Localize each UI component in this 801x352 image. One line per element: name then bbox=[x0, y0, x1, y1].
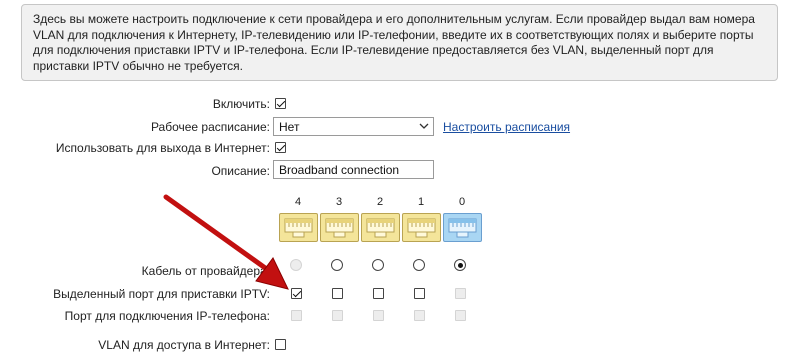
phone-checkbox-port-2 bbox=[373, 310, 384, 321]
ethernet-port-icon bbox=[320, 213, 359, 242]
phone-checkbox-port-0 bbox=[455, 310, 466, 321]
enable-label: Включить: bbox=[212, 97, 270, 111]
cable-radio-port-4 bbox=[290, 259, 302, 271]
port-number-0: 0 bbox=[458, 196, 466, 208]
port-number-3: 3 bbox=[335, 196, 343, 208]
schedule-select[interactable]: Нет bbox=[273, 117, 434, 136]
chevron-down-icon bbox=[419, 123, 429, 129]
iptv-checkbox-port-4[interactable] bbox=[291, 288, 302, 299]
iptv-port-label: Выделенный порт для приставки IPTV: bbox=[53, 287, 270, 301]
port-number-2: 2 bbox=[376, 196, 384, 208]
cable-from-provider-label: Кабель от провайдера: bbox=[141, 264, 270, 278]
phone-checkbox-port-3 bbox=[332, 310, 343, 321]
vlan-internet-label: VLAN для доступа в Интернет: bbox=[98, 338, 270, 352]
cable-radio-port-1[interactable] bbox=[413, 259, 425, 271]
iptv-checkbox-port-1[interactable] bbox=[414, 288, 425, 299]
info-text: Здесь вы можете настроить подключение к … bbox=[33, 12, 755, 73]
enable-checkbox[interactable] bbox=[275, 98, 286, 109]
ethernet-port-icon bbox=[402, 213, 441, 242]
configure-schedules-link[interactable]: Настроить расписания bbox=[443, 120, 570, 134]
iptv-checkbox-port-2[interactable] bbox=[373, 288, 384, 299]
description-input[interactable] bbox=[273, 160, 434, 179]
iptv-checkbox-port-3[interactable] bbox=[332, 288, 343, 299]
schedule-label: Рабочее расписание: bbox=[150, 120, 270, 134]
port-number-4: 4 bbox=[294, 196, 302, 208]
ethernet-port-icon bbox=[361, 213, 400, 242]
phone-checkbox-port-1 bbox=[414, 310, 425, 321]
phone-checkbox-port-4 bbox=[291, 310, 302, 321]
iptv-checkbox-port-0 bbox=[455, 288, 466, 299]
description-label: Описание: bbox=[211, 164, 270, 178]
ip-phone-port-label: Порт для подключения IP-телефона: bbox=[64, 309, 270, 323]
ethernet-port-icon bbox=[279, 213, 318, 242]
port-number-1: 1 bbox=[417, 196, 425, 208]
cable-radio-port-0[interactable] bbox=[454, 259, 466, 271]
internet-label: Использовать для выхода в Интернет: bbox=[55, 141, 270, 155]
internet-checkbox[interactable] bbox=[275, 142, 286, 153]
wan-port-icon bbox=[443, 213, 482, 242]
cable-radio-port-2[interactable] bbox=[372, 259, 384, 271]
cable-radio-port-3[interactable] bbox=[331, 259, 343, 271]
schedule-select-value: Нет bbox=[279, 120, 300, 134]
info-box: Здесь вы можете настроить подключение к … bbox=[21, 4, 778, 81]
